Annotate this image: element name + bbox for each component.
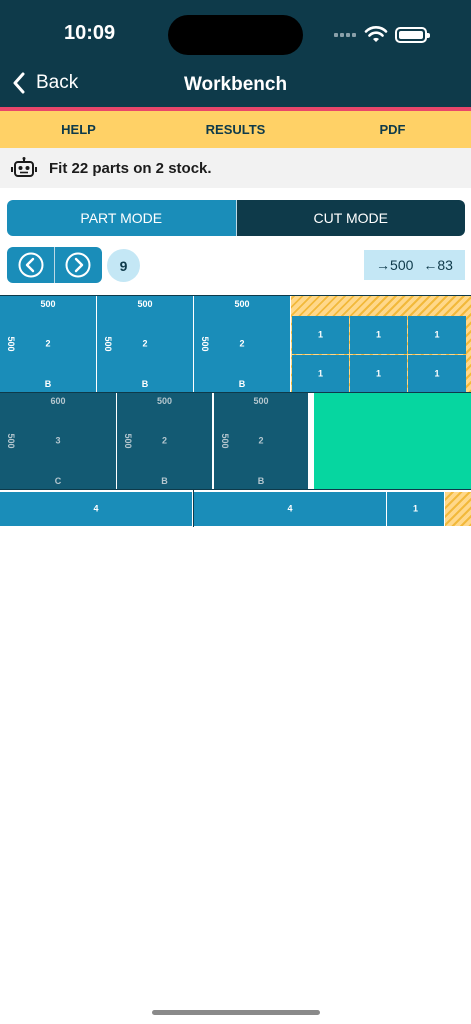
selected-offcut[interactable] (314, 393, 471, 489)
cut-mode-button[interactable]: CUT MODE (236, 200, 465, 236)
tab-results[interactable]: RESULTS (157, 111, 314, 148)
tab-bar: HELP RESULTS PDF (0, 111, 471, 148)
previous-page-button[interactable] (7, 247, 54, 283)
mode-toggle: PART MODE CUT MODE (7, 200, 465, 236)
arrow-right-icon: → (376, 257, 391, 273)
chevron-left-circle-icon (18, 252, 43, 278)
dim-left: ←83 (423, 257, 453, 273)
dim-right: →500 (376, 257, 414, 273)
chevron-left-icon (13, 72, 25, 94)
tab-pdf[interactable]: PDF (314, 111, 471, 148)
robot-icon (11, 157, 37, 177)
back-button[interactable]: Back (12, 72, 78, 94)
part-piece[interactable]: 1 (387, 492, 444, 526)
home-indicator (152, 1010, 320, 1015)
part-piece[interactable]: 500 500 2 B (97, 296, 193, 392)
part-piece[interactable]: 500 500 2 B (214, 393, 308, 489)
chevron-right-circle-icon (65, 252, 91, 278)
tab-help[interactable]: HELP (0, 111, 157, 148)
dynamic-island (168, 15, 303, 55)
back-label: Back (36, 72, 79, 93)
cellular-signal-icon (334, 33, 356, 37)
arrow-left-icon: ← (423, 257, 438, 273)
part-piece[interactable]: 1 (350, 355, 407, 392)
status-time: 10:09 (64, 22, 116, 44)
part-piece[interactable]: 1 (292, 355, 349, 392)
part-piece[interactable]: 4 (0, 492, 192, 526)
part-piece[interactable]: 500 500 2 B (117, 393, 212, 489)
part-piece[interactable]: 4 (194, 492, 386, 526)
part-piece[interactable]: 1 (292, 316, 349, 354)
pager (7, 247, 102, 283)
info-bar: Fit 22 parts on 2 stock. (0, 148, 471, 188)
next-page-button[interactable] (54, 247, 101, 283)
part-piece[interactable]: 500 500 2 B (0, 296, 96, 392)
part-piece[interactable]: 500 500 2 B (194, 296, 290, 392)
fit-summary-text: Fit 22 parts on 2 stock. (49, 159, 212, 177)
part-piece[interactable]: 600 500 3 C (0, 393, 116, 489)
wifi-icon (364, 26, 388, 42)
battery-icon (395, 27, 430, 43)
part-piece[interactable]: 1 (408, 316, 466, 354)
page-number-badge: 9 (107, 249, 140, 282)
dimension-readout: →500 ←83 (364, 250, 465, 280)
part-piece[interactable]: 1 (350, 316, 407, 354)
part-mode-button[interactable]: PART MODE (7, 200, 237, 236)
waste-area (445, 492, 471, 526)
cut-layout: 500 500 2 B 500 500 2 B 500 500 2 B 1 1 … (0, 295, 471, 530)
part-piece[interactable]: 1 (408, 355, 466, 392)
